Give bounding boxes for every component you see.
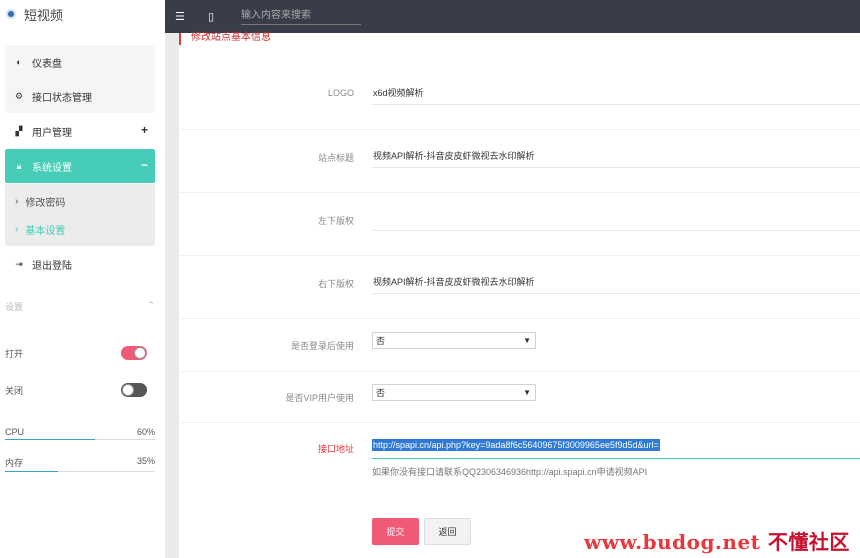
- row-divider: [179, 129, 860, 130]
- row-divider: [179, 192, 860, 193]
- system-settings-submenu: › 修改密码 › 基本设置: [5, 184, 155, 246]
- field-label-api-url: 接口地址: [317, 444, 354, 454]
- sidebar-item-api-status[interactable]: ⚙ 接口状态管理: [5, 79, 155, 113]
- toggle-switch-off[interactable]: [121, 383, 147, 397]
- row-divider: [179, 371, 860, 372]
- field-label-site-title: 站点标题: [317, 153, 354, 163]
- sidebar: 短视频 ◐ 仪表盘 ⚙ 接口状态管理 ▞ 用户管理 + 🔒︎ 系统设置 − › …: [0, 0, 165, 558]
- page-title: 修改站点基本信息: [179, 33, 271, 45]
- meter-label: CPU: [5, 427, 25, 437]
- chevron-up-icon: ⌃: [147, 300, 155, 310]
- cpu-meter: CPU 60%: [5, 427, 155, 440]
- signout-icon: ⇥: [15, 258, 23, 269]
- toggle-switch-on[interactable]: [121, 346, 147, 360]
- meter-fill: [5, 471, 58, 472]
- sidebar-item-system-settings[interactable]: 🔒︎ 系统设置 −: [5, 149, 155, 183]
- field-label-left-copyright: 左下版权: [317, 216, 354, 226]
- sidebar-item-logout[interactable]: ⇥ 退出登陆: [5, 247, 155, 281]
- site-title-field[interactable]: [372, 144, 860, 168]
- right-copyright-field[interactable]: [372, 270, 860, 294]
- settings-section-title: 设置: [5, 302, 24, 312]
- chevron-right-icon: ›: [15, 224, 19, 235]
- submit-button[interactable]: 提交: [372, 518, 419, 545]
- memory-meter: 内存 35%: [5, 456, 155, 472]
- user-icon: ▞: [15, 125, 23, 136]
- submenu-item-change-password[interactable]: › 修改密码: [15, 194, 65, 209]
- submenu-item-basic-settings[interactable]: › 基本设置: [15, 222, 65, 237]
- site-watermark: www.budog.net 不懂社区: [584, 526, 850, 555]
- meter-label: 内存: [5, 458, 24, 468]
- sidebar-item-label: 退出登陆: [32, 260, 72, 272]
- brand[interactable]: 短视频: [6, 4, 63, 24]
- left-copyright-field[interactable]: [372, 207, 860, 231]
- row-divider: [179, 255, 860, 256]
- lock-icon: 🔒︎: [16, 160, 22, 171]
- top-bar: ☰ ▯: [165, 0, 860, 33]
- sidebar-item-users[interactable]: ▞ 用户管理 +: [5, 114, 155, 148]
- collapse-icon[interactable]: −: [141, 158, 148, 172]
- expand-icon[interactable]: +: [141, 123, 148, 137]
- watermark-text-cn: 不懂社区: [767, 530, 850, 554]
- switch-row-open: 打开: [5, 346, 147, 360]
- submenu-item-label: 基本设置: [25, 226, 66, 237]
- api-url-hint: 如果你没有接口请联系QQ2306346936http://api.spapi.c…: [372, 467, 648, 477]
- field-label-right-copyright: 右下版权: [317, 279, 354, 289]
- field-label-vip-required: 是否VIP用户使用: [285, 393, 354, 403]
- switch-label: 关闭: [5, 385, 24, 396]
- app-title: 短视频: [24, 7, 64, 23]
- book-icon[interactable]: ▯: [208, 10, 214, 23]
- vip-required-select[interactable]: 否 ▼: [372, 384, 536, 401]
- sidebar-item-dashboard[interactable]: ◐ 仪表盘: [5, 45, 155, 79]
- meter-value: 60%: [136, 427, 155, 437]
- row-divider: [179, 422, 860, 423]
- back-button[interactable]: 返回: [424, 518, 471, 545]
- chevron-right-icon: ›: [15, 196, 19, 207]
- main-content: 修改站点基本信息 LOGO 站点标题 左下版权 右下版权 是否登录后使用 否 ▼…: [165, 33, 860, 558]
- switch-row-close: 关闭: [5, 383, 147, 397]
- search-input[interactable]: [241, 6, 361, 25]
- dashboard-icon: ◐: [16, 57, 22, 67]
- sidebar-item-label: 系统设置: [32, 162, 72, 174]
- api-url-selected-text[interactable]: http://spapi.cn/api.php?key=9ada8f6c5640…: [372, 439, 660, 451]
- row-divider: [179, 318, 860, 319]
- gears-icon: ⚙: [14, 90, 24, 101]
- logo-field[interactable]: [372, 81, 860, 105]
- switch-label: 打开: [5, 348, 24, 359]
- login-required-select[interactable]: 否 ▼: [372, 332, 536, 349]
- meter-value: 35%: [136, 456, 155, 466]
- sidebar-item-label: 用户管理: [32, 127, 72, 139]
- dropdown-arrow-icon: ▼: [523, 388, 531, 397]
- watermark-text: www.budog.net: [584, 530, 761, 554]
- logo-icon: [6, 9, 16, 19]
- field-label-logo: LOGO: [327, 88, 354, 98]
- meter-fill: [5, 439, 95, 440]
- field-label-login-required: 是否登录后使用: [290, 341, 354, 351]
- sidebar-item-label: 接口状态管理: [32, 92, 92, 104]
- settings-section-header[interactable]: 设置 ⌃: [5, 300, 155, 313]
- sidebar-item-label: 仪表盘: [32, 58, 62, 70]
- select-value: 否: [376, 336, 386, 346]
- menu-toggle-icon[interactable]: ☰: [175, 10, 185, 23]
- submenu-item-label: 修改密码: [25, 198, 66, 209]
- dropdown-arrow-icon: ▼: [523, 336, 531, 345]
- select-value: 否: [376, 388, 386, 398]
